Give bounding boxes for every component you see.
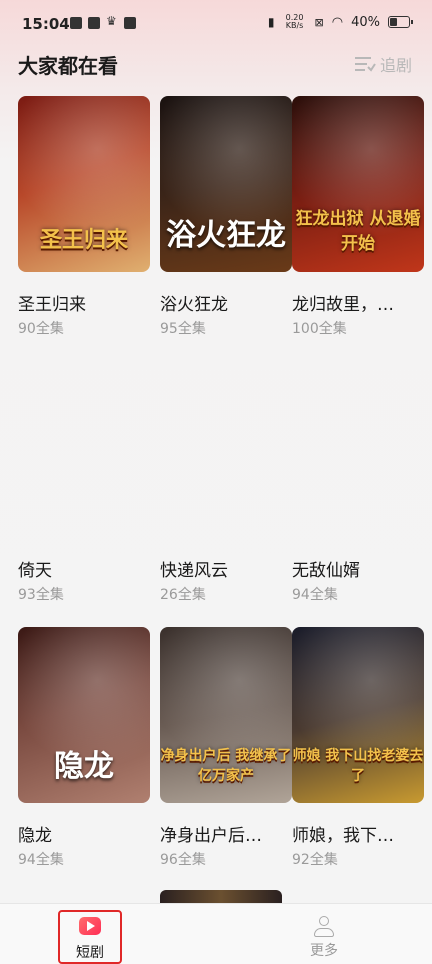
short-drama-play-icon bbox=[79, 917, 101, 935]
drama-title: 倚天 bbox=[18, 561, 52, 581]
poster-title-art: 净身出户后 我继承了亿万家产 bbox=[160, 748, 292, 784]
drama-title: 净身出户后… bbox=[160, 826, 262, 846]
drama-episodes: 93全集 bbox=[18, 587, 64, 603]
drama-episodes: 26全集 bbox=[160, 587, 206, 603]
drama-poster[interactable]: 隐龙 bbox=[18, 627, 150, 803]
status-right: ▮ 0.20 KB/s ⊠ ◠ 40% bbox=[267, 13, 413, 30]
drama-episodes: 96全集 bbox=[160, 852, 206, 868]
nav-tab-more-label: 更多 bbox=[310, 943, 338, 959]
drama-poster[interactable]: 圣王归来 bbox=[18, 96, 150, 272]
app-notification-icon bbox=[124, 17, 136, 29]
follow-button[interactable]: 追剧 bbox=[354, 52, 412, 76]
poster-title-art: 圣王归来 bbox=[39, 227, 128, 253]
drama-title: 龙归故里，… bbox=[292, 295, 394, 315]
drama-poster-partial[interactable] bbox=[160, 890, 282, 904]
drama-title: 隐龙 bbox=[18, 826, 52, 846]
drama-poster[interactable]: 师娘 我下山找老婆去了 bbox=[292, 627, 424, 803]
section-header: 大家都在看 追剧 bbox=[0, 48, 432, 88]
drama-episodes: 95全集 bbox=[160, 321, 206, 337]
drama-title: 无敌仙婿 bbox=[292, 561, 360, 581]
drama-episodes: 100全集 bbox=[292, 321, 347, 337]
status-time: 15:04 bbox=[22, 15, 70, 33]
list-icon bbox=[354, 57, 376, 72]
section-title: 大家都在看 bbox=[18, 54, 118, 78]
drama-poster[interactable]: 净身出户后 我继承了亿万家产 bbox=[160, 627, 292, 803]
wifi-icon: ◠ bbox=[331, 14, 344, 30]
drama-title: 快递风云 bbox=[160, 561, 228, 581]
bottom-nav: 短剧 更多 bbox=[0, 903, 432, 964]
follow-label: 追剧 bbox=[379, 56, 412, 75]
network-speed: 0.20 KB/s bbox=[285, 13, 304, 30]
drama-poster[interactable]: 狂龙出狱 从退婚开始 bbox=[292, 96, 424, 272]
person-icon bbox=[314, 916, 334, 938]
poster-title-art: 浴火狂龙 bbox=[166, 218, 286, 253]
nav-tab-short-drama[interactable]: 短剧 bbox=[58, 910, 122, 964]
vibrate-icon: ▮ bbox=[267, 15, 275, 29]
sim-icon: ⊠ bbox=[314, 15, 324, 29]
drama-episodes: 94全集 bbox=[292, 587, 338, 603]
nav-tab-short-drama-label: 短剧 bbox=[76, 945, 104, 961]
drama-poster[interactable]: 浴火狂龙 bbox=[160, 96, 292, 272]
poster-title-art: 隐龙 bbox=[54, 749, 114, 784]
drama-episodes: 94全集 bbox=[18, 852, 64, 868]
drama-episodes: 90全集 bbox=[18, 321, 64, 337]
poster-title-art: 狂龙出狱 从退婚开始 bbox=[295, 209, 421, 254]
poster-title-art: 师娘 我下山找老婆去了 bbox=[292, 748, 424, 784]
drama-title: 浴火狂龙 bbox=[160, 295, 228, 315]
drama-episodes: 92全集 bbox=[292, 852, 338, 868]
battery-icon bbox=[388, 16, 413, 28]
drama-title: 圣王归来 bbox=[18, 295, 86, 315]
battery-percent: 40% bbox=[351, 14, 380, 30]
status-bar: 15:04 ♛ ▮ 0.20 KB/s ⊠ ◠ 40% bbox=[0, 0, 432, 48]
play-store-icon bbox=[70, 17, 82, 29]
nav-tab-more[interactable]: 更多 bbox=[274, 904, 374, 964]
drama-title: 师娘，我下… bbox=[292, 826, 394, 846]
crown-icon: ♛ bbox=[106, 14, 117, 28]
mail-icon bbox=[88, 17, 100, 29]
